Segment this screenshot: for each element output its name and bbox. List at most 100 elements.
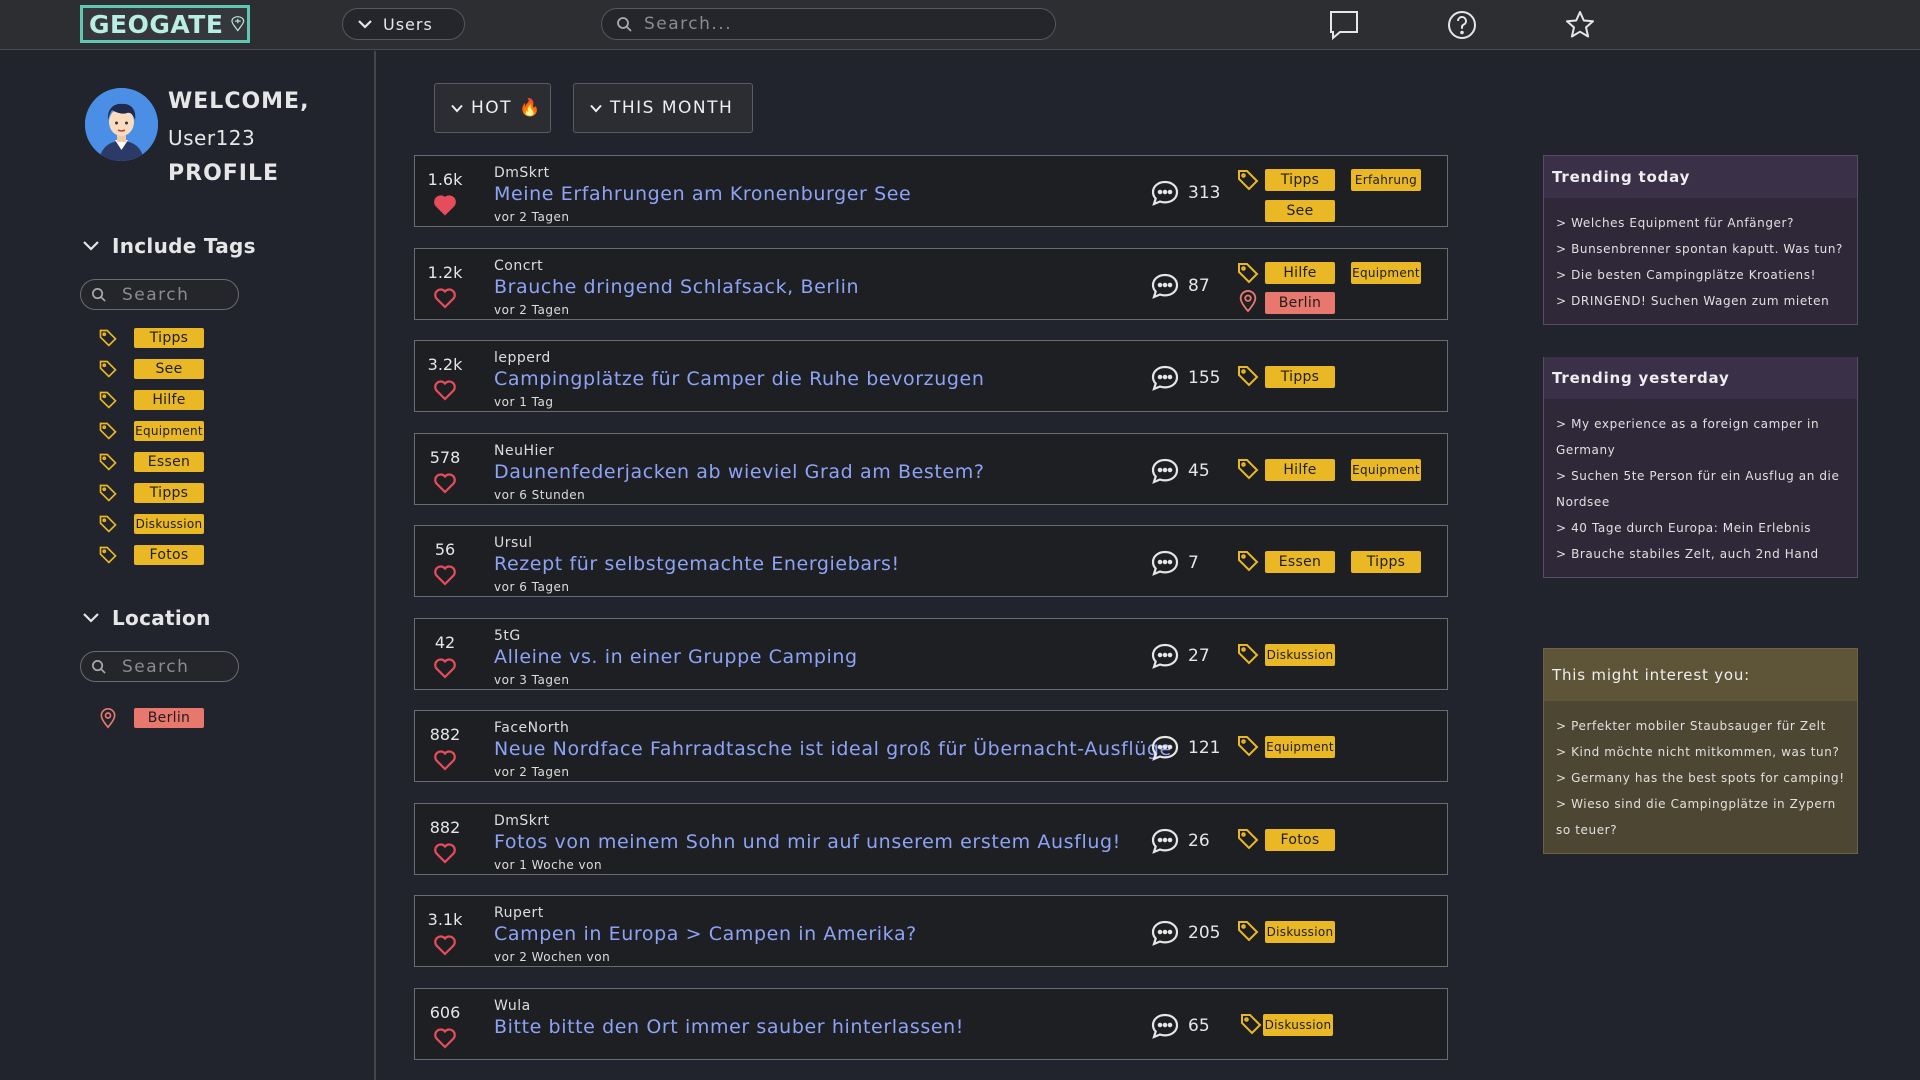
location-search[interactable]	[80, 651, 239, 682]
post-author[interactable]: Ursul	[494, 535, 533, 551]
comments-button[interactable]: 87	[1150, 272, 1210, 300]
post-author[interactable]: Concrt	[494, 258, 543, 274]
favorites-star-icon[interactable]	[1564, 9, 1596, 41]
heart-icon[interactable]	[433, 1027, 457, 1053]
panel-link[interactable]: > Suchen 5te Person für ein Ausflug an d…	[1556, 463, 1847, 515]
heart-icon[interactable]	[433, 379, 457, 405]
post-item[interactable]: 606 Wula Bitte bitte den Ort immer sauber …	[414, 987, 1448, 1060]
tag-filter-item[interactable]: Fotos	[98, 545, 204, 565]
post-item[interactable]: 3.2k lepperd Campingplätze für Camper die …	[414, 340, 1448, 412]
help-icon[interactable]	[1446, 9, 1478, 41]
search-bar[interactable]	[601, 8, 1056, 40]
post-title[interactable]: Meine Erfahrungen am Kronenburger See	[494, 183, 911, 205]
post-title[interactable]: Rezept für selbstgemachte Energiebars!	[494, 553, 900, 575]
tag-filter-item[interactable]: Hilfe	[98, 390, 204, 410]
post-author[interactable]: lepperd	[494, 350, 551, 366]
post-title[interactable]: Neue Nordface Fahrradtasche ist ideal gr…	[494, 738, 1172, 760]
post-tag[interactable]: Hilfe	[1265, 458, 1335, 481]
tags-search[interactable]	[80, 279, 239, 310]
panel-link[interactable]: > Kind möchte nicht mitkommen, was tun?	[1556, 739, 1847, 765]
tag-filter-item[interactable]: Tipps	[98, 328, 204, 348]
logo[interactable]: GEOGATE	[80, 5, 250, 43]
panel-link[interactable]: > My experience as a foreign camper in G…	[1556, 411, 1847, 463]
panel-link[interactable]: > Welches Equipment für Anfänger?	[1556, 210, 1847, 236]
panel-link[interactable]: > DRINGEND! Suchen Wagen zum mieten	[1556, 288, 1847, 314]
username[interactable]: User123	[168, 126, 255, 150]
post-item[interactable]: 1.2k Concrt Brauche dringend Schlafsack, B…	[414, 247, 1448, 320]
post-author[interactable]: Rupert	[494, 905, 544, 921]
post-tag[interactable]: Diskussion	[1265, 643, 1335, 666]
post-title[interactable]: Daunenfederjacken ab wieviel Grad am Bes…	[494, 461, 985, 483]
post-author[interactable]: Wula	[494, 998, 531, 1014]
search-input[interactable]	[644, 14, 944, 34]
tag-filter-item[interactable]: See	[98, 359, 204, 379]
post-title[interactable]: Campen in Europa > Campen in Amerika?	[494, 923, 917, 945]
post-title[interactable]: Campingplätze für Camper die Ruhe bevorz…	[494, 368, 984, 390]
tag-filter-item[interactable]: Essen	[98, 452, 204, 472]
post-tag[interactable]: Equipment	[1351, 458, 1421, 481]
heart-icon[interactable]	[433, 564, 457, 590]
comments-button[interactable]: 27	[1150, 642, 1210, 670]
comments-button[interactable]: 205	[1150, 919, 1220, 947]
comments-button[interactable]: 121	[1150, 734, 1220, 762]
comments-button[interactable]: 313	[1150, 179, 1220, 207]
post-tag[interactable]: Erfahrung	[1351, 169, 1421, 191]
users-dropdown[interactable]: Users	[342, 8, 465, 40]
post-author[interactable]: 5tG	[494, 628, 521, 644]
period-dropdown[interactable]: THIS MONTH	[573, 83, 753, 133]
post-item[interactable]: 3.1k Rupert Campen in Europa > Campen in A…	[414, 895, 1448, 967]
messages-icon[interactable]	[1328, 9, 1360, 41]
post-author[interactable]: DmSkrt	[494, 813, 550, 829]
include-tags-toggle[interactable]: Include Tags	[82, 234, 256, 258]
post-tag[interactable]: Tipps	[1265, 169, 1335, 191]
location-filter-item[interactable]: Berlin	[98, 707, 204, 729]
location-tag[interactable]: Berlin	[1265, 291, 1335, 314]
heart-icon[interactable]	[433, 657, 457, 683]
post-title[interactable]: Fotos von meinem Sohn und mir auf unsere…	[494, 831, 1121, 853]
tag-filter-item[interactable]: Equipment	[98, 421, 204, 441]
post-item[interactable]: 1.6k DmSkrt Meine Erfahrungen am Kronenbur…	[414, 155, 1448, 227]
tag-filter-item[interactable]: Tipps	[98, 483, 204, 503]
post-tag[interactable]: Tipps	[1351, 551, 1421, 573]
comments-button[interactable]: 155	[1150, 364, 1220, 392]
post-tag[interactable]: Fotos	[1265, 828, 1335, 851]
heart-icon[interactable]	[433, 934, 457, 960]
post-tag[interactable]: Diskussion	[1263, 1013, 1333, 1036]
heart-icon[interactable]	[433, 842, 457, 868]
panel-link[interactable]: > Wieso sind die Campingplätze in Zypern…	[1556, 791, 1847, 843]
heart-icon[interactable]	[433, 472, 457, 498]
location-search-input[interactable]	[122, 656, 232, 677]
panel-link[interactable]: > Die besten Campingplätze Kroatiens!	[1556, 262, 1847, 288]
post-author[interactable]: FaceNorth	[494, 720, 569, 736]
post-author[interactable]: DmSkrt	[494, 165, 550, 181]
post-tag[interactable]: Essen	[1265, 551, 1335, 573]
post-tag[interactable]: Tipps	[1265, 366, 1335, 388]
heart-icon[interactable]	[433, 287, 457, 313]
post-tag[interactable]: Diskussion	[1265, 921, 1335, 943]
post-item[interactable]: 882 DmSkrt Fotos von meinem Sohn und mir a…	[414, 802, 1448, 875]
panel-link[interactable]: > Germany has the best spots for camping…	[1556, 765, 1847, 791]
avatar[interactable]	[85, 88, 158, 161]
post-title[interactable]: Brauche dringend Schlafsack, Berlin	[494, 276, 859, 298]
post-item[interactable]: 578 NeuHier Daunenfederjacken ab wieviel G…	[414, 432, 1448, 505]
sort-dropdown[interactable]: HOT 🔥	[434, 83, 551, 133]
heart-icon[interactable]	[433, 749, 457, 775]
comments-button[interactable]: 65	[1150, 1012, 1210, 1040]
post-item[interactable]: 56 Ursul Rezept für selbstgemachte Energie…	[414, 525, 1448, 597]
tag-filter-item[interactable]: Diskussion	[98, 514, 204, 534]
post-item[interactable]: 42 5tG Alleine vs. in einer Gruppe Camping…	[414, 617, 1448, 690]
tags-search-input[interactable]	[122, 284, 232, 305]
panel-link[interactable]: > Bunsenbrenner spontan kaputt. Was tun?	[1556, 236, 1847, 262]
profile-link[interactable]: PROFILE	[168, 161, 279, 186]
location-toggle[interactable]: Location	[82, 606, 211, 630]
panel-link[interactable]: > Perfekter mobiler Staubsauger für Zelt	[1556, 713, 1847, 739]
post-tag[interactable]: Equipment	[1351, 261, 1421, 284]
comments-button[interactable]: 26	[1150, 827, 1210, 855]
post-tag[interactable]: Equipment	[1265, 736, 1335, 758]
panel-link[interactable]: > Brauche stabiles Zelt, auch 2nd Hand	[1556, 541, 1847, 567]
post-title[interactable]: Bitte bitte den Ort immer sauber hinterl…	[494, 1016, 964, 1038]
post-title[interactable]: Alleine vs. in einer Gruppe Camping	[494, 646, 858, 668]
heart-filled-icon[interactable]	[433, 194, 457, 220]
comments-button[interactable]: 45	[1150, 457, 1210, 485]
post-author[interactable]: NeuHier	[494, 443, 554, 459]
